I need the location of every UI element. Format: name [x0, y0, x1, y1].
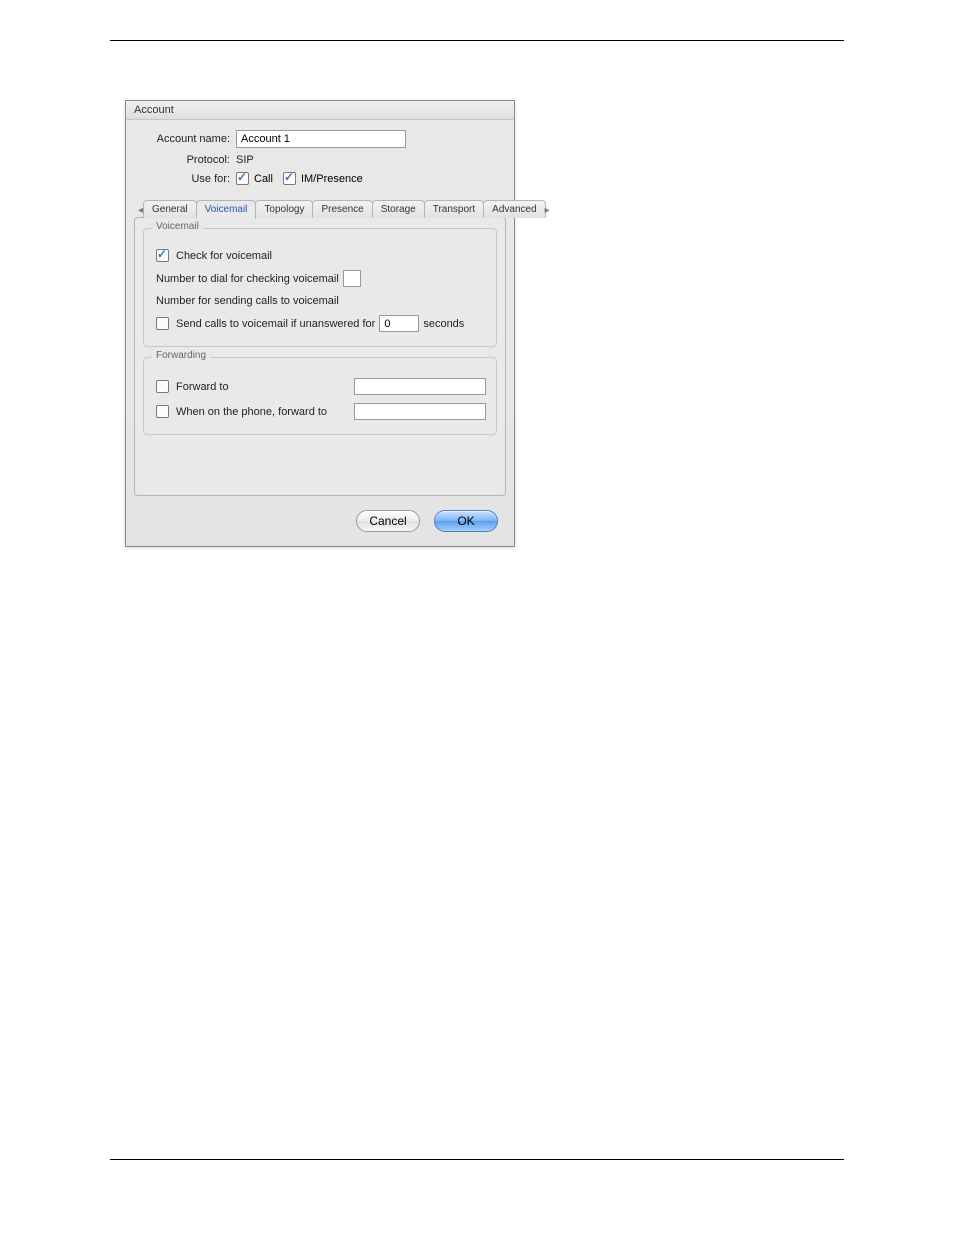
- send-unanswered-suffix: seconds: [423, 318, 464, 330]
- forward-to-label: Forward to: [176, 381, 229, 393]
- use-for-im-checkbox[interactable]: [283, 172, 296, 185]
- tab-general[interactable]: General: [143, 200, 197, 218]
- forwarding-legend: Forwarding: [152, 350, 210, 361]
- tab-panel-voicemail: Voicemail Check for voicemail Number to …: [134, 217, 506, 496]
- tab-advanced[interactable]: Advanced: [483, 200, 545, 218]
- tab-topology[interactable]: Topology: [255, 200, 313, 218]
- window-title: Account: [126, 101, 514, 120]
- forward-to-checkbox[interactable]: [156, 380, 169, 393]
- voicemail-legend: Voicemail: [152, 221, 203, 232]
- account-name-input[interactable]: [236, 130, 406, 148]
- onphone-forward-checkbox[interactable]: [156, 405, 169, 418]
- tab-presence[interactable]: Presence: [312, 200, 372, 218]
- use-for-call-checkbox[interactable]: [236, 172, 249, 185]
- tab-transport[interactable]: Transport: [424, 200, 484, 218]
- onphone-forward-input[interactable]: [354, 403, 486, 420]
- check-voicemail-checkbox[interactable]: [156, 249, 169, 262]
- check-voicemail-label: Check for voicemail: [176, 250, 272, 262]
- use-for-call-label: Call: [254, 173, 273, 185]
- account-window: Account Account name: Protocol: SIP Use …: [125, 100, 515, 547]
- protocol-label: Protocol:: [140, 154, 236, 166]
- dial-number-label: Number to dial for checking voicemail: [156, 273, 339, 285]
- page-top-rule: [110, 40, 844, 41]
- account-header: Account name: Protocol: SIP Use for: Cal…: [126, 120, 514, 199]
- dial-number-input[interactable]: [343, 270, 361, 287]
- tab-storage[interactable]: Storage: [372, 200, 425, 218]
- forwarding-group: Forwarding Forward to When on the phone,…: [143, 357, 497, 435]
- cancel-button[interactable]: Cancel: [356, 510, 420, 532]
- send-unanswered-prefix: Send calls to voicemail if unanswered fo…: [176, 318, 375, 330]
- onphone-forward-label: When on the phone, forward to: [176, 406, 327, 418]
- send-number-label: Number for sending calls to voicemail: [156, 295, 339, 307]
- use-for-label: Use for:: [140, 173, 236, 185]
- send-unanswered-seconds-input[interactable]: [379, 315, 419, 332]
- protocol-value: SIP: [236, 154, 254, 166]
- forward-to-input[interactable]: [354, 378, 486, 395]
- use-for-im-label: IM/Presence: [301, 173, 363, 185]
- tab-scroll-right-icon[interactable]: ▸: [545, 205, 550, 218]
- ok-button[interactable]: OK: [434, 510, 498, 532]
- dialog-button-row: Cancel OK: [126, 496, 514, 546]
- tab-voicemail[interactable]: Voicemail: [196, 200, 257, 219]
- send-unanswered-checkbox[interactable]: [156, 317, 169, 330]
- account-name-label: Account name:: [140, 133, 236, 145]
- tab-bar: ◂ General Voicemail Topology Presence St…: [134, 199, 506, 218]
- voicemail-group: Voicemail Check for voicemail Number to …: [143, 228, 497, 347]
- page-bottom-rule: [110, 1159, 844, 1160]
